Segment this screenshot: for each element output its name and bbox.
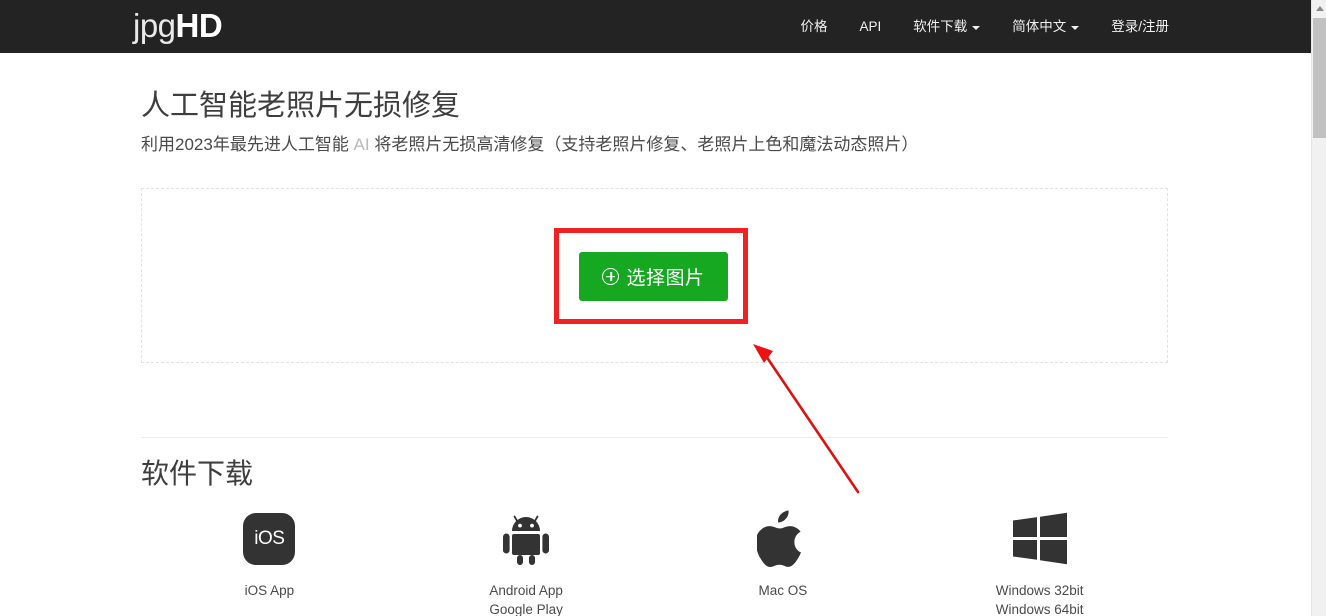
site-header: jpgHD 价格 API 软件下载 简体中文 登录/注册 [0,0,1311,53]
chevron-down-icon [1071,25,1080,30]
download-label-line2: Windows 64bit [995,602,1084,616]
apple-logo-icon [756,508,809,570]
site-logo[interactable]: jpgHD [133,6,223,46]
chevron-down-icon [972,25,981,30]
page-title: 人工智能老照片无损修复 [141,90,461,122]
subtitle-part-2: 将老照片无损高清修复（支持老照片修复、老照片上色和魔法动态照片） [369,135,919,154]
page-subtitle: 利用2023年最先进人工智能 AI 将老照片无损高清修复（支持老照片修复、老照片… [141,132,918,158]
nav-item-pricing[interactable]: 价格 [784,0,843,53]
ios-app-icon: iOS [243,508,296,570]
subtitle-part-1: 利用2023年最先进人工智能 [141,135,354,154]
select-image-button-label: 选择图片 [626,268,705,289]
download-item-mac[interactable]: Mac OS [655,508,912,616]
main-navigation: 价格 API 软件下载 简体中文 登录/注册 [784,0,1185,53]
scrollbar-thumb[interactable] [1313,18,1326,138]
download-item-ios[interactable]: iOS iOS App [141,508,398,616]
plus-circle-icon [602,268,620,285]
nav-item-label: 简体中文 [1012,19,1067,34]
logo-text-light: jpg [133,7,176,44]
nav-item-api[interactable]: API [843,0,897,53]
nav-item-label: 登录/注册 [1111,19,1169,34]
nav-item-label: 软件下载 [913,19,968,34]
download-grid: iOS iOS App Android App Google Play Mac … [141,508,1168,616]
download-label-line1: Mac OS [758,583,808,598]
nav-item-software-download[interactable]: 软件下载 [897,0,996,53]
section-divider [141,437,1168,438]
scrollbar-up-arrow[interactable] [1312,0,1326,16]
nav-item-login-register[interactable]: 登录/注册 [1095,0,1185,53]
select-image-button[interactable]: 选择图片 [579,252,728,301]
nav-item-label: API [859,19,882,34]
download-item-windows[interactable]: Windows 32bit Windows 64bit [911,508,1168,616]
software-download-heading: 软件下载 [141,458,254,489]
ios-tile: iOS [243,513,296,565]
download-item-label: Android App Google Play [489,581,563,616]
ios-tile-label: iOS [254,528,285,549]
download-label-line2: Google Play [489,602,563,616]
nav-item-language[interactable]: 简体中文 [996,0,1095,53]
logo-text-bold: HD [175,7,223,44]
download-label-line1: Windows 32bit [995,583,1084,598]
download-item-label: iOS App [245,581,295,600]
android-robot-icon [499,508,553,570]
nav-item-label: 价格 [800,19,828,34]
vertical-scrollbar[interactable] [1311,0,1326,616]
browser-viewport: jpgHD 价格 API 软件下载 简体中文 登录/注册 人工智能老照片无损修复… [0,0,1326,616]
windows-logo-icon [1011,508,1069,570]
download-item-label: Windows 32bit Windows 64bit [996,581,1084,616]
download-label-line1: Android App [489,583,563,598]
download-label-line1: iOS App [244,583,295,598]
download-item-android[interactable]: Android App Google Play [398,508,655,616]
page-content: jpgHD 价格 API 软件下载 简体中文 登录/注册 人工智能老照片无损修复… [0,0,1311,616]
download-item-label: Mac OS [758,581,807,600]
subtitle-ai-word: AI [353,135,370,154]
